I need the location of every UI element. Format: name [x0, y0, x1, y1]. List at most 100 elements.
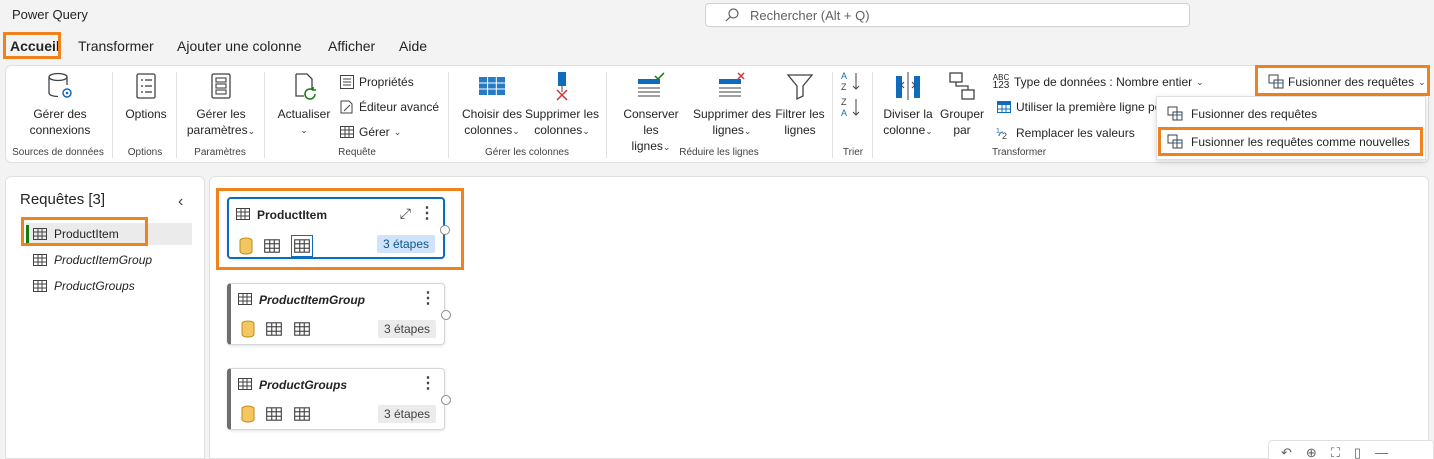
- sort-ascending-button[interactable]: AZ: [840, 70, 862, 92]
- choose-columns-label-1: Choisir des: [461, 107, 523, 121]
- card-step-icons: [239, 235, 313, 257]
- tab-aide[interactable]: Aide: [399, 38, 427, 54]
- choose-columns-icon: [479, 77, 505, 95]
- manage-connections-label-2: connexions: [29, 123, 91, 137]
- fit-to-screen-icon[interactable]: ⛶: [1331, 445, 1340, 459]
- remove-rows-label-2: lignes⌄: [692, 122, 772, 139]
- search-icon: [725, 8, 739, 22]
- ribbon-divider: [264, 72, 265, 158]
- remove-columns-button[interactable]: Supprimer les colonnes⌄: [522, 70, 602, 139]
- properties-icon: [340, 75, 354, 89]
- selection-indicator: [26, 225, 29, 243]
- query-card-productitem[interactable]: ProductItem ⤢ ⋮ 3 étapes: [227, 197, 450, 259]
- table-icon: [33, 228, 47, 240]
- filter-rows-button[interactable]: Filtrer les lignes: [772, 70, 828, 138]
- chevron-down-icon: ⌄: [393, 126, 402, 137]
- advanced-editor-icon: [340, 100, 353, 114]
- database-icon: [241, 405, 255, 423]
- tab-ajouter-colonne[interactable]: Ajouter une colonne: [177, 38, 302, 54]
- filter-rows-label-2: lignes: [784, 123, 816, 137]
- selected-step[interactable]: [291, 235, 313, 257]
- use-first-row-button[interactable]: Utiliser la première ligne po: [996, 97, 1161, 117]
- connector-anchor[interactable]: [441, 395, 451, 405]
- query-card-productitemgroup[interactable]: ProductItemGroup ⋮ 3 étapes: [227, 283, 451, 345]
- filter-rows-label-1: Filtrer les: [775, 107, 825, 121]
- tab-accueil[interactable]: Accueil: [10, 38, 60, 54]
- group-sources: Gérer des connexions Sources de données: [6, 66, 110, 162]
- more-options-icon[interactable]: ⋮: [419, 203, 435, 223]
- menu-item-merge-queries[interactable]: Fusionner des requêtes: [1167, 103, 1317, 125]
- properties-label: Propriétés: [359, 75, 414, 89]
- map-icon[interactable]: ▯: [1354, 445, 1361, 459]
- group-by-icon: [949, 72, 975, 100]
- svg-text:A: A: [841, 108, 847, 118]
- data-type-label: Type de données : Nombre entier: [1014, 75, 1193, 89]
- more-options-icon[interactable]: ⋮: [420, 373, 436, 393]
- merge-queries-dropdown[interactable]: Fusionner des requêtes ⌄: [1268, 72, 1426, 92]
- table-icon: [33, 280, 47, 292]
- layout-icon[interactable]: ⊕: [1306, 445, 1317, 459]
- sort-descending-button[interactable]: ZA: [840, 96, 862, 118]
- query-item-productitem[interactable]: ProductItem: [26, 223, 192, 245]
- merge-queries-icon: [1167, 106, 1183, 121]
- split-column-label-2: colonne⌄: [878, 122, 938, 139]
- group-label-columns: Gérer les colonnes: [485, 147, 569, 158]
- title-bar: Power Query Rechercher (Alt + Q): [0, 0, 1434, 30]
- query-card-productgroups[interactable]: ProductGroups ⋮ 3 étapes: [227, 368, 451, 430]
- app-title: Power Query: [12, 7, 88, 22]
- tab-afficher[interactable]: Afficher: [328, 38, 375, 54]
- replace-values-button[interactable]: 21 Remplacer les valeurs: [996, 123, 1135, 143]
- group-columns: Choisir des colonnes⌄ Supprimer les colo…: [450, 66, 604, 162]
- steps-badge[interactable]: 3 étapes: [377, 320, 436, 338]
- group-sort: AZ ZA Trier: [834, 66, 872, 162]
- steps-badge[interactable]: 3 étapes: [377, 405, 436, 423]
- tab-transformer[interactable]: Transformer: [78, 38, 154, 54]
- choose-columns-label-2-text: colonnes: [464, 123, 513, 137]
- manage-parameters-button[interactable]: Gérer les paramètres⌄: [184, 70, 258, 139]
- refresh-icon: [295, 73, 316, 100]
- keep-rows-button[interactable]: Conserver les lignes⌄: [614, 70, 688, 155]
- ribbon-divider: [606, 72, 607, 158]
- group-by-label-2: par: [953, 123, 971, 137]
- query-item-productitemgroup[interactable]: ProductItemGroup: [26, 249, 192, 271]
- choose-columns-button[interactable]: Choisir des colonnes⌄: [456, 70, 528, 139]
- manage-parameters-label-2: paramètres⌄: [184, 122, 258, 139]
- zoom-out-icon[interactable]: —: [1375, 445, 1388, 459]
- advanced-editor-button[interactable]: Éditeur avancé: [339, 97, 439, 117]
- properties-button[interactable]: Propriétés: [339, 72, 414, 92]
- use-first-row-label: Utiliser la première ligne po: [1016, 100, 1162, 114]
- options-button[interactable]: Options: [118, 70, 174, 122]
- group-rows: Conserver les lignes⌄ Supprimer des lign…: [608, 66, 830, 162]
- manage-query-button[interactable]: Gérer ⌄: [339, 122, 401, 142]
- chevron-left-icon[interactable]: ‹: [178, 193, 183, 211]
- parameters-icon: [211, 73, 231, 99]
- sort-ascending-icon: AZ: [841, 71, 860, 92]
- database-icon: [241, 320, 255, 338]
- group-by-button[interactable]: Grouper par: [938, 70, 986, 138]
- split-column-icon: [896, 72, 920, 100]
- split-column-button[interactable]: Diviser la colonne⌄: [878, 70, 938, 139]
- data-type-dropdown[interactable]: ABC 123 Type de données : Nombre entier ⌄: [992, 72, 1204, 92]
- group-label-transform: Transformer: [991, 147, 1047, 158]
- search-box[interactable]: Rechercher (Alt + Q): [705, 3, 1190, 27]
- group-label-query: Requête: [338, 147, 376, 158]
- connector-anchor[interactable]: [441, 310, 451, 320]
- refresh-button[interactable]: Actualiser ⌄: [274, 70, 334, 138]
- query-item-productgroups[interactable]: ProductGroups: [26, 275, 192, 297]
- merge-queries-icon: [1268, 74, 1284, 89]
- more-options-icon[interactable]: ⋮: [420, 288, 436, 308]
- table-icon: [264, 239, 280, 253]
- menu-item-merge-queries-as-new[interactable]: Fusionner les requêtes comme nouvelles: [1167, 131, 1410, 153]
- undo-icon[interactable]: ↶: [1281, 445, 1292, 459]
- table-icon: [266, 322, 282, 336]
- manage-connections-button[interactable]: Gérer des connexions: [20, 70, 100, 138]
- choose-columns-label-2: colonnes⌄: [456, 122, 528, 139]
- remove-rows-button[interactable]: Supprimer des lignes⌄: [692, 70, 772, 139]
- expand-icon[interactable]: ⤢: [400, 205, 411, 222]
- options-list-icon: [136, 73, 156, 99]
- connector-anchor[interactable]: [440, 225, 450, 235]
- steps-badge[interactable]: 3 étapes: [376, 235, 435, 253]
- remove-columns-label-2: colonnes⌄: [522, 122, 602, 139]
- card-step-icons: [241, 405, 311, 423]
- query-item-label: ProductGroups: [54, 279, 135, 293]
